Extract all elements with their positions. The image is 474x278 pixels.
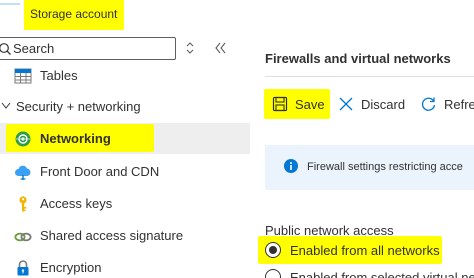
discard-icon xyxy=(339,97,353,111)
discard-button[interactable]: Discard xyxy=(338,89,405,119)
save-button[interactable]: Save xyxy=(264,89,330,119)
refresh-label: Refre xyxy=(444,96,474,112)
refresh-icon xyxy=(421,97,436,111)
sidebar-group-label: Security + networking xyxy=(16,99,141,114)
search-icon xyxy=(0,43,11,55)
sidebar-item-front-door[interactable]: Front Door and CDN xyxy=(0,156,250,187)
sidebar-item-label: Front Door and CDN xyxy=(40,164,160,179)
discard-label: Discard xyxy=(361,96,406,112)
sidebar-item-sas[interactable]: Shared access signature xyxy=(0,220,250,251)
divider xyxy=(265,76,474,77)
radio-enabled-selected-networks[interactable]: Enabled from selected virtual net xyxy=(258,263,474,278)
radio-button[interactable] xyxy=(265,269,281,278)
lock-icon xyxy=(17,260,29,276)
sort-icon[interactable] xyxy=(184,41,196,55)
sidebar-item-label: Shared access signature xyxy=(40,228,184,243)
sidebar-nav: Tables Security + networking Networking … xyxy=(0,60,250,278)
search-input[interactable] xyxy=(13,40,171,57)
networking-icon xyxy=(15,131,31,147)
radio-enabled-all-networks[interactable]: Enabled from all networks xyxy=(258,236,442,264)
sidebar-item-encryption[interactable]: Encryption xyxy=(0,252,250,278)
sidebar-item-label: Networking xyxy=(40,131,111,146)
sidebar-item-access-keys[interactable]: Access keys xyxy=(0,188,250,219)
sidebar-item-label: Encryption xyxy=(40,260,102,275)
save-icon xyxy=(272,96,288,112)
sidebar-group-security[interactable]: Security + networking xyxy=(0,91,250,122)
front-door-icon xyxy=(15,165,31,180)
radio-button-checked[interactable] xyxy=(265,242,281,258)
tables-icon xyxy=(14,68,32,84)
pane-title: Firewalls and virtual networks xyxy=(265,51,451,66)
key-icon xyxy=(19,196,27,212)
radio-label: Enabled from selected virtual net xyxy=(290,269,474,278)
page-title-text: Storage account xyxy=(30,7,118,21)
refresh-button[interactable]: Refre xyxy=(420,89,474,119)
chevron-down-icon xyxy=(1,102,11,109)
link-icon xyxy=(14,232,32,242)
save-label: Save xyxy=(295,96,325,112)
info-icon xyxy=(284,159,298,173)
radio-label: Enabled from all networks xyxy=(290,242,440,258)
info-banner: Firewall settings restricting acce xyxy=(265,145,474,190)
search-box[interactable] xyxy=(0,37,176,60)
sidebar-item-label: Tables xyxy=(40,68,78,83)
sidebar-item-tables[interactable]: Tables xyxy=(0,60,250,91)
sidebar-item-networking[interactable]: Networking xyxy=(0,123,250,154)
collapse-icon[interactable] xyxy=(214,42,228,54)
page-title: Storage account xyxy=(24,0,124,30)
info-banner-text: Firewall settings restricting acce xyxy=(307,161,463,173)
sidebar-item-label: Access keys xyxy=(40,196,113,211)
title-accent xyxy=(0,3,20,5)
